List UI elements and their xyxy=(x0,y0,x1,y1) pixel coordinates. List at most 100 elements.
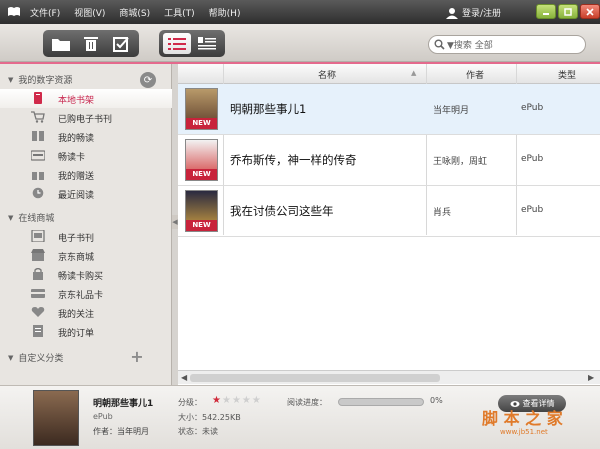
plus-icon: + xyxy=(130,347,144,366)
refresh-button[interactable]: ⟳ xyxy=(140,72,156,88)
table-row[interactable]: NEW 明朝那些事儿1 当年明月 ePub xyxy=(178,84,600,135)
sidebar-item-reading-card[interactable]: 畅读卡 xyxy=(0,146,172,165)
maximize-icon xyxy=(564,7,572,16)
scrollbar-thumb[interactable] xyxy=(190,374,440,382)
rating-stars[interactable]: ★ ★ ★ ★ ★ xyxy=(212,396,261,406)
reading-progress-bar xyxy=(338,398,424,406)
detail-status: 状态：未读 xyxy=(178,427,218,436)
star-icon[interactable]: ★ xyxy=(222,396,231,406)
open-folder-button[interactable] xyxy=(47,33,75,54)
menu-bar: 文件(F) 视图(V) 商城(S) 工具(T) 帮助(H) xyxy=(30,6,240,19)
folder-icon xyxy=(52,38,70,51)
sidebar-item-label: 最近阅读 xyxy=(58,191,95,201)
sidebar-item-local-shelf[interactable]: 本地书架 xyxy=(0,89,172,108)
sidebar-item-purchased[interactable]: 已购电子书刊 xyxy=(0,108,172,127)
progress-percent: 0% xyxy=(430,396,443,405)
chevron-left-icon: ◀ xyxy=(172,218,178,226)
sidebar-item-label: 我的赠送 xyxy=(58,172,95,182)
bookshelf-icon xyxy=(34,92,42,104)
close-button[interactable] xyxy=(580,4,600,19)
section-label: 我的数字资源 xyxy=(18,76,73,86)
watermark-url: www.jb51.net xyxy=(500,428,548,436)
window-controls xyxy=(536,4,600,19)
menu-store[interactable]: 商城(S) xyxy=(119,6,150,19)
column-header-name[interactable]: 名称 xyxy=(318,68,336,81)
search-box[interactable]: ▼搜索 全部 xyxy=(428,35,586,54)
sidebar-item-ebooks[interactable]: 电子书刊 xyxy=(0,227,172,246)
book-author: 王咏刚，周虹 xyxy=(433,157,488,167)
rating-label: 分级： xyxy=(178,398,202,407)
detail-view-icon xyxy=(198,36,216,49)
detail-title: 明朝那些事儿1 xyxy=(93,399,154,409)
table-row[interactable]: NEW 乔布斯传，神一样的传奇 王咏刚，周虹 ePub xyxy=(178,135,600,186)
sidebar-item-orders[interactable]: 我的订单 xyxy=(0,322,172,341)
sidebar-item-label: 电子书刊 xyxy=(58,234,95,244)
sidebar-item-follow[interactable]: 我的关注 xyxy=(0,303,172,322)
book-cover: NEW xyxy=(185,139,218,181)
login-register-link[interactable]: 登录/注册 xyxy=(446,6,501,19)
sidebar-item-jd-mall[interactable]: 京东商城 xyxy=(0,246,172,265)
collapse-icon: ▼ xyxy=(8,353,14,362)
new-badge: NEW xyxy=(186,220,217,231)
user-icon xyxy=(446,7,458,19)
collapse-icon: ▼ xyxy=(8,213,14,222)
sidebar-item-gift-card[interactable]: 京东礼品卡 xyxy=(0,284,172,303)
star-icon[interactable]: ★ xyxy=(232,396,241,406)
section-online-store[interactable]: ▼ 在线商城 xyxy=(8,211,54,225)
list-view-icon xyxy=(168,37,186,50)
add-category-button[interactable]: + xyxy=(130,347,144,366)
book-cover: NEW xyxy=(185,190,218,232)
select-button[interactable] xyxy=(107,33,135,54)
detail-format: ePub xyxy=(93,412,113,421)
file-actions-group xyxy=(43,30,139,57)
sidebar-item-label: 我的关注 xyxy=(58,310,95,320)
maximize-button[interactable] xyxy=(558,4,578,19)
store-icon xyxy=(31,249,45,261)
close-icon xyxy=(586,7,594,16)
selected-book-cover xyxy=(33,390,79,446)
book-author: 肖兵 xyxy=(433,208,452,218)
sort-up-icon[interactable]: ▲ xyxy=(411,69,416,77)
table-row[interactable]: NEW 我在讨债公司这些年 肖兵 ePub xyxy=(178,186,600,237)
scroll-left-icon[interactable]: ◀ xyxy=(181,373,187,382)
book-title: 我在讨债公司这些年 xyxy=(230,204,334,218)
book-title: 乔布斯传，神一样的传奇 xyxy=(230,153,357,167)
delete-button[interactable] xyxy=(77,33,105,54)
heart-icon xyxy=(31,307,45,317)
book-type: ePub xyxy=(521,154,544,164)
giftcard-icon xyxy=(31,289,45,298)
list-view-button[interactable] xyxy=(163,33,191,54)
menu-tools[interactable]: 工具(T) xyxy=(164,6,195,19)
sidebar-item-label: 京东礼品卡 xyxy=(58,291,104,301)
sidebar-item-label: 我的畅读 xyxy=(58,134,95,144)
section-custom-category[interactable]: ▼ 自定义分类 xyxy=(8,351,63,365)
view-mode-group xyxy=(159,30,225,57)
star-icon[interactable]: ★ xyxy=(212,396,221,406)
scroll-right-icon[interactable]: ▶ xyxy=(588,373,594,382)
menu-help[interactable]: 帮助(H) xyxy=(209,6,241,19)
sidebar-item-label: 已购电子书刊 xyxy=(58,115,113,125)
minimize-button[interactable] xyxy=(536,4,556,19)
new-badge: NEW xyxy=(186,118,217,129)
sidebar-item-recent[interactable]: 最近阅读 xyxy=(0,184,172,203)
title-bar: 文件(F) 视图(V) 商城(S) 工具(T) 帮助(H) 登录/注册 xyxy=(0,0,600,24)
minimize-icon xyxy=(543,12,549,15)
ebook-icon xyxy=(31,230,45,242)
column-header-type[interactable]: 类型 xyxy=(558,68,576,81)
bag-icon xyxy=(33,268,43,280)
section-my-resources[interactable]: ▼ 我的数字资源 xyxy=(8,73,73,87)
new-badge: NEW xyxy=(186,169,217,180)
clock-icon xyxy=(32,187,44,199)
detail-view-button[interactable] xyxy=(193,33,221,54)
cart-icon xyxy=(31,111,45,123)
column-header-author[interactable]: 作者 xyxy=(466,68,484,81)
progress-label: 阅读进度： xyxy=(287,398,327,407)
menu-view[interactable]: 视图(V) xyxy=(74,6,105,19)
star-icon[interactable]: ★ xyxy=(252,396,261,406)
star-icon[interactable]: ★ xyxy=(242,396,251,406)
menu-file[interactable]: 文件(F) xyxy=(30,6,60,19)
horizontal-scrollbar[interactable]: ◀ ▶ xyxy=(178,370,600,384)
sidebar-item-buy-card[interactable]: 畅读卡购买 xyxy=(0,265,172,284)
sidebar-item-my-gifts[interactable]: 我的赠送 xyxy=(0,165,172,184)
sidebar-item-my-reading[interactable]: 我的畅读 xyxy=(0,127,172,146)
